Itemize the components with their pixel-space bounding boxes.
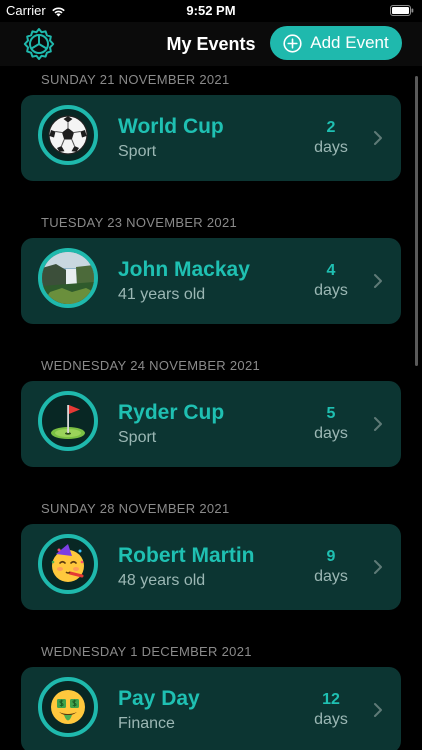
days-count: 12: [322, 691, 340, 708]
chevron-right-icon: [374, 703, 382, 717]
golf-flag-icon: [51, 405, 85, 439]
event-section: TUESDAY 23 NOVEMBER 2021 John Mackay 41 …: [0, 209, 422, 352]
add-event-label: Add Event: [310, 33, 389, 52]
event-subtitle: Finance: [118, 715, 175, 732]
money-face-icon: [51, 690, 85, 724]
event-avatar: [38, 391, 98, 451]
days-unit: days: [314, 568, 348, 585]
event-title: Ryder Cup: [118, 401, 225, 424]
event-card-robert-martin[interactable]: Robert Martin 48 years old 9 days: [21, 524, 401, 610]
section-date-header: SUNDAY 21 NOVEMBER 2021: [41, 72, 230, 87]
plus-circle-icon: [283, 33, 302, 53]
event-avatar: [38, 248, 98, 308]
scrollbar[interactable]: [415, 76, 418, 366]
status-bar: Carrier 9:52 PM: [0, 0, 422, 22]
nav-bar: My Events Add Event: [0, 22, 422, 66]
days-unit: days: [314, 282, 348, 299]
event-subtitle: Sport: [118, 143, 157, 160]
days-unit: days: [314, 139, 348, 156]
chevron-right-icon: [374, 131, 382, 145]
event-card-john-mackay[interactable]: John Mackay 41 years old 4 days: [21, 238, 401, 324]
event-section: SUNDAY 28 NOVEMBER 2021 Robert Martin 48…: [0, 495, 422, 638]
status-time: 9:52 PM: [186, 3, 236, 18]
event-section: WEDNESDAY 1 DECEMBER 2021 Pay Day Financ…: [0, 638, 422, 750]
event-title: World Cup: [118, 115, 224, 138]
event-card-ryder-cup[interactable]: Ryder Cup Sport 5 days: [21, 381, 401, 467]
page-title-text: My Events: [166, 34, 256, 54]
event-title: John Mackay: [118, 258, 250, 281]
days-count: 5: [326, 405, 336, 422]
section-date-header: WEDNESDAY 1 DECEMBER 2021: [41, 644, 252, 659]
event-list[interactable]: SUNDAY 21 NOVEMBER 2021 World Cup Sport …: [0, 66, 422, 750]
days-count: 4: [326, 262, 336, 279]
event-avatar: [38, 105, 98, 165]
event-section: SUNDAY 21 NOVEMBER 2021 World Cup Sport …: [0, 66, 422, 209]
chevron-right-icon: [374, 560, 382, 574]
event-card-pay-day[interactable]: Pay Day Finance 12 days: [21, 667, 401, 750]
event-title: Robert Martin: [118, 544, 255, 567]
days-unit: days: [314, 711, 348, 728]
event-avatar: [38, 677, 98, 737]
days-count: 9: [326, 548, 336, 565]
section-date-header: SUNDAY 28 NOVEMBER 2021: [41, 501, 230, 516]
event-section: WEDNESDAY 24 NOVEMBER 2021 Ryder Cup Spo…: [0, 352, 422, 495]
days-unit: days: [314, 425, 348, 442]
event-avatar: [38, 534, 98, 594]
section-date-header: WEDNESDAY 24 NOVEMBER 2021: [41, 358, 261, 373]
event-subtitle: 48 years old: [118, 572, 206, 589]
event-subtitle: Sport: [118, 429, 157, 446]
party-face-icon: [51, 544, 84, 582]
waterfall-photo-icon: [42, 252, 94, 304]
section-date-header: TUESDAY 23 NOVEMBER 2021: [41, 215, 238, 230]
soccer-ball-icon: [48, 115, 88, 155]
chevron-right-icon: [374, 274, 382, 288]
event-subtitle: 41 years old: [118, 286, 206, 303]
days-count: 2: [326, 119, 336, 136]
event-title: Pay Day: [118, 687, 200, 710]
battery-icon: [390, 5, 414, 16]
event-card-world-cup[interactable]: World Cup Sport 2 days: [21, 95, 401, 181]
add-event-button[interactable]: Add Event: [270, 26, 402, 60]
chevron-right-icon: [374, 417, 382, 431]
